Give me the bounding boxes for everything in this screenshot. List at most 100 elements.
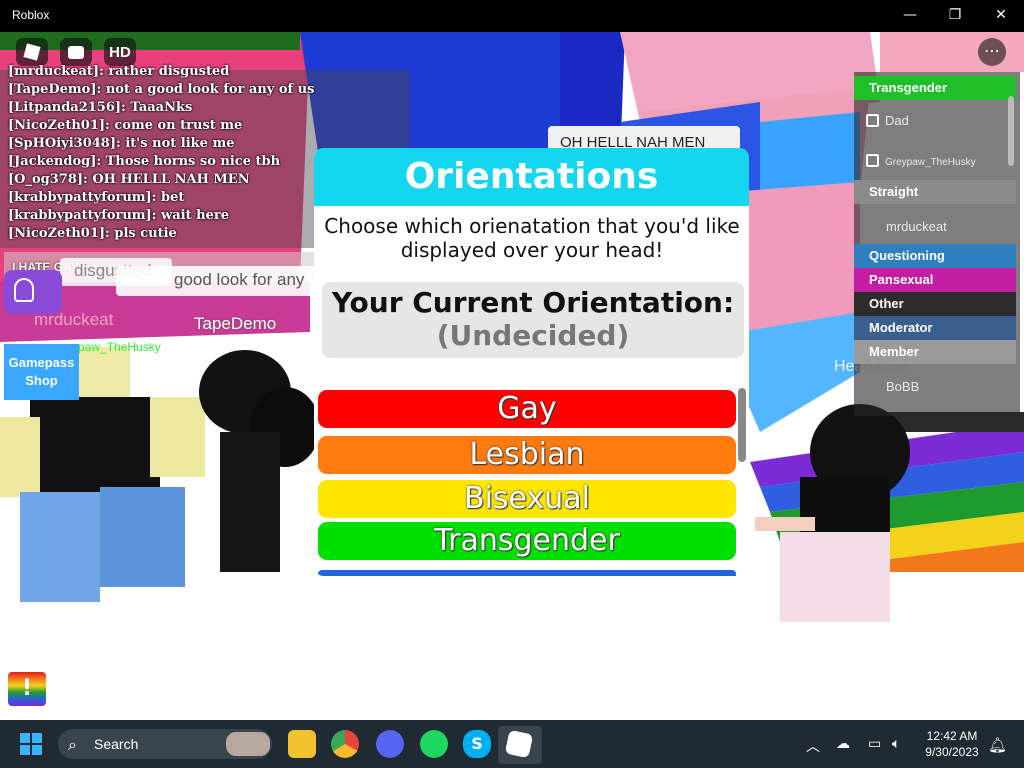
restore-button[interactable]: ❐ bbox=[932, 0, 978, 32]
player-name: BoBB bbox=[886, 379, 920, 394]
roblox-logo-icon bbox=[23, 43, 41, 61]
chat-message: [NicoZeth01]: come on trust me bbox=[8, 118, 242, 133]
chat-message: [TapeDemo]: not a good look for any of u… bbox=[8, 82, 314, 97]
chat-text: Those horns so nice tbh bbox=[105, 154, 281, 169]
current-orientation-value: (Undecided) bbox=[436, 319, 630, 352]
chat-text: pls cutie bbox=[114, 226, 177, 241]
avatar-editor-button[interactable] bbox=[4, 270, 62, 314]
onedrive-icon[interactable]: ☁ bbox=[836, 736, 850, 752]
chat-username[interactable]: [mrduckeat]: bbox=[8, 64, 104, 79]
skype-icon[interactable]: S bbox=[463, 730, 491, 758]
player-nametag: paw_TheHusky bbox=[78, 340, 161, 354]
chat-text: it's not like me bbox=[125, 136, 235, 151]
chat-message: [krabbypattyforum]: wait here bbox=[8, 208, 229, 223]
current-orientation-box: Your Current Orientation: (Undecided) bbox=[322, 282, 744, 358]
player-entry[interactable]: BoBB bbox=[854, 372, 1016, 402]
orientation-option-partial[interactable] bbox=[318, 570, 736, 576]
dialog-scrollbar[interactable] bbox=[738, 388, 746, 462]
orientation-option-gay[interactable]: Gay bbox=[318, 390, 736, 428]
overhead-bubble: good look for any bbox=[116, 266, 316, 296]
chat-text: come on trust me bbox=[114, 118, 243, 133]
team-header[interactable]: Moderator bbox=[854, 316, 1016, 340]
chat-message: [krabbypattyforum]: bet bbox=[8, 190, 184, 205]
avatar-icon bbox=[14, 278, 34, 302]
chat-message: [Jackendog]: Those horns so nice tbh bbox=[8, 154, 280, 169]
spotify-icon[interactable] bbox=[420, 730, 448, 758]
hd-label: HD bbox=[109, 43, 131, 61]
team-header[interactable]: Questioning bbox=[854, 244, 1016, 268]
file-explorer-icon[interactable] bbox=[288, 730, 316, 758]
chat-message: [Litpanda2156]: TaaaNks bbox=[8, 100, 192, 115]
chat-icon bbox=[68, 45, 84, 59]
windows-start-icon[interactable] bbox=[20, 733, 42, 755]
chat-username[interactable]: [SpHOiyi3048]: bbox=[8, 136, 121, 151]
dialog-description: Choose which orienatation that you'd lik… bbox=[324, 214, 740, 262]
orientation-option-lesbian[interactable]: Lesbian bbox=[318, 436, 736, 474]
chat-message: [SpHOiyi3048]: it's not like me bbox=[8, 136, 234, 151]
close-button[interactable]: ✕ bbox=[978, 0, 1024, 32]
chat-text: rather disgusted bbox=[108, 64, 230, 79]
chat-text: TaaaNks bbox=[130, 100, 193, 115]
clock-time: 12:42 AM bbox=[926, 729, 978, 743]
orientations-dialog: Orientations Choose which orienatation t… bbox=[314, 148, 749, 576]
chat-username[interactable]: [TapeDemo]: bbox=[8, 82, 101, 97]
player-entry[interactable]: Greypaw_TheHusky bbox=[854, 146, 1016, 176]
team-header[interactable]: Other bbox=[854, 292, 1016, 316]
dialog-title: Orientations bbox=[314, 148, 749, 206]
chat-text: bet bbox=[161, 190, 185, 205]
player-list: Transgender Dad Greypaw_TheHusky Straight mr… bbox=[854, 72, 1020, 416]
hd-button[interactable]: HD bbox=[104, 38, 136, 66]
taskbar-clock[interactable]: 12:42 AM 9/30/2023 bbox=[922, 728, 982, 760]
chat-username[interactable]: [Jackendog]: bbox=[8, 154, 101, 169]
chrome-icon[interactable] bbox=[331, 730, 359, 758]
roblox-icon[interactable] bbox=[504, 729, 534, 759]
current-orientation-label: Your Current Orientation: bbox=[331, 286, 735, 319]
chat-message: [mrduckeat]: rather disgusted bbox=[8, 64, 229, 79]
search-icon: ⌕ bbox=[68, 735, 77, 754]
chat-text: OH HELLL NAH MEN bbox=[92, 172, 250, 187]
player-nametag: TapeDemo bbox=[194, 314, 277, 333]
player-entry[interactable]: mrduckeat bbox=[854, 212, 1016, 242]
avatar-dark bbox=[199, 350, 320, 572]
report-icon[interactable]: ! bbox=[8, 672, 46, 706]
player-list-scrollbar[interactable] bbox=[1008, 96, 1014, 166]
orientation-option-transgender[interactable]: Transgender bbox=[318, 522, 736, 560]
chat-message: [O_og378]: OH HELLL NAH MEN bbox=[8, 172, 250, 187]
team-header[interactable]: Member bbox=[854, 340, 1016, 364]
chat-text: not a good look for any of us bbox=[105, 82, 315, 97]
player-entry[interactable]: Dad bbox=[854, 106, 1016, 136]
taskbar-search-label: Search bbox=[94, 736, 139, 752]
gamepass-shop-button[interactable]: Gamepass Shop bbox=[4, 344, 79, 400]
roblox-menu-button[interactable] bbox=[16, 38, 48, 66]
more-options-icon[interactable]: ⋯ bbox=[978, 38, 1006, 66]
search-highlight-icon bbox=[226, 732, 270, 756]
chat-toggle-button[interactable] bbox=[60, 38, 92, 66]
window-titlebar: Roblox — ❐ ✕ bbox=[0, 0, 1024, 32]
player-name: Greypaw_TheHusky bbox=[885, 157, 976, 168]
chat-username[interactable]: [krabbypattyforum]: bbox=[8, 190, 157, 205]
chat-username[interactable]: [NicoZeth01]: bbox=[8, 118, 110, 133]
minimize-button[interactable]: — bbox=[887, 0, 933, 32]
gamepass-label: Gamepass bbox=[8, 355, 75, 370]
discord-icon[interactable] bbox=[376, 730, 404, 758]
player-name: mrduckeat bbox=[886, 219, 947, 234]
chat-username[interactable]: [krabbypattyforum]: bbox=[8, 208, 157, 223]
volume-icon[interactable]: 🔈︎ bbox=[892, 736, 900, 752]
window-title: Roblox bbox=[12, 8, 50, 22]
notifications-bell-icon[interactable]: 🔔︎ bbox=[988, 736, 1007, 754]
team-header[interactable]: Transgender bbox=[854, 76, 1016, 100]
avatar-girl bbox=[755, 404, 910, 622]
chat-username[interactable]: [Litpanda2156]: bbox=[8, 100, 126, 115]
screen: Roblox — ❐ ✕ HD [mrduckeat]: rather disg… bbox=[0, 0, 1024, 768]
team-header[interactable]: Pansexual bbox=[854, 268, 1016, 292]
team-header[interactable]: Straight bbox=[854, 180, 1016, 204]
chevron-up-icon[interactable]: ︿ bbox=[806, 736, 820, 756]
shop-label: Shop bbox=[25, 373, 58, 388]
chat-username[interactable]: [NicoZeth01]: bbox=[8, 226, 110, 241]
premium-icon bbox=[866, 154, 879, 167]
orientation-option-bisexual[interactable]: Bisexual bbox=[318, 480, 736, 518]
chat-username[interactable]: [O_og378]: bbox=[8, 172, 88, 187]
premium-icon bbox=[866, 114, 879, 127]
network-icon[interactable]: ▭ bbox=[868, 736, 881, 752]
player-name: Dad bbox=[885, 113, 909, 128]
